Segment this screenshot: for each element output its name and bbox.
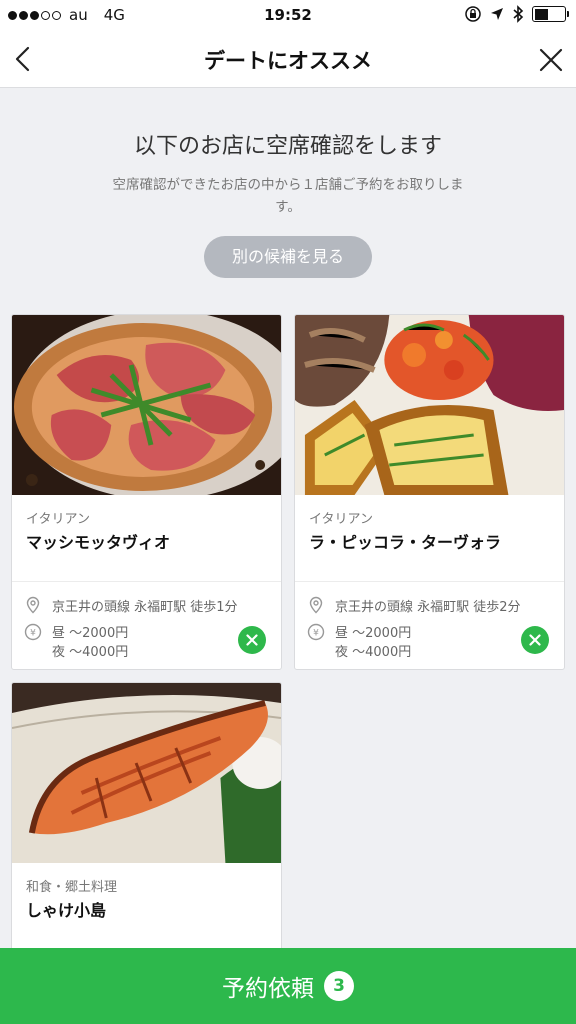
cta-label: 予約依頼 bbox=[222, 976, 314, 1002]
price-lunch: 昼 〜2000円 bbox=[335, 626, 412, 641]
pizza-photo bbox=[12, 315, 281, 495]
intro-section: 以下のお店に空席確認をします 空席確認ができたお店の中から１店舗ご予約をお取りし… bbox=[0, 88, 576, 278]
restaurant-card[interactable]: イタリアン マッシモッタヴィオ 京王井の頭線 永福町駅 徒歩1分 ¥ 昼 〜20… bbox=[11, 314, 282, 670]
intro-heading: 以下のお店に空席確認をします bbox=[133, 134, 442, 159]
restaurant-name: ラ・ピッコラ・ターヴォラ bbox=[309, 533, 502, 552]
selected-count-badge: 3 bbox=[324, 971, 354, 1001]
location-arrow-icon bbox=[491, 8, 503, 20]
restaurant-location: 京王井の頭線 永福町駅 徒歩2分 bbox=[335, 600, 521, 615]
map-pin-icon bbox=[26, 596, 40, 614]
divider bbox=[12, 581, 281, 582]
see-other-candidates-button[interactable]: 別の候補を見る bbox=[204, 236, 372, 278]
nav-bar: デートにオススメ bbox=[0, 30, 576, 88]
restaurant-name: しゃけ小島 bbox=[26, 901, 107, 920]
intro-subtext: 空席確認ができたお店の中から１店舗ご予約をお取りします。 bbox=[112, 177, 464, 215]
yen-icon: ¥ bbox=[24, 623, 42, 641]
bluetooth-icon bbox=[513, 5, 524, 23]
svg-text:¥: ¥ bbox=[30, 629, 36, 639]
restaurant-genre: 和食・郷土料理 bbox=[26, 880, 118, 895]
close-icon bbox=[539, 48, 563, 72]
close-button[interactable] bbox=[534, 43, 568, 77]
remove-restaurant-button[interactable] bbox=[238, 626, 266, 654]
antipasto-photo bbox=[295, 315, 564, 495]
remove-restaurant-button[interactable] bbox=[521, 626, 549, 654]
rotation-lock-icon bbox=[465, 6, 481, 22]
reservation-request-button[interactable]: 予約依頼 3 bbox=[0, 948, 576, 1024]
grilled-salmon-photo bbox=[12, 683, 281, 863]
price-dinner: 夜 〜4000円 bbox=[335, 645, 412, 660]
page-title: デートにオススメ bbox=[204, 49, 372, 73]
price-lunch: 昼 〜2000円 bbox=[52, 626, 129, 641]
restaurant-genre: イタリアン bbox=[309, 512, 373, 527]
divider bbox=[295, 581, 564, 582]
map-pin-icon bbox=[309, 596, 323, 614]
yen-icon: ¥ bbox=[307, 623, 325, 641]
battery-icon bbox=[532, 6, 569, 22]
restaurant-card[interactable]: イタリアン ラ・ピッコラ・ターヴォラ 京王井の頭線 永福町駅 徒歩2分 ¥ 昼 … bbox=[294, 314, 565, 670]
restaurant-card[interactable]: 和食・郷土料理 しゃけ小島 bbox=[11, 682, 282, 982]
status-bar: au 4G 19:52 bbox=[0, 0, 576, 30]
price-dinner: 夜 〜4000円 bbox=[52, 645, 129, 660]
restaurant-name: マッシモッタヴィオ bbox=[26, 533, 171, 552]
restaurant-location: 京王井の頭線 永福町駅 徒歩1分 bbox=[52, 600, 238, 615]
restaurant-genre: イタリアン bbox=[26, 512, 90, 527]
close-icon bbox=[246, 634, 258, 646]
close-icon bbox=[529, 634, 541, 646]
svg-text:¥: ¥ bbox=[313, 629, 319, 639]
